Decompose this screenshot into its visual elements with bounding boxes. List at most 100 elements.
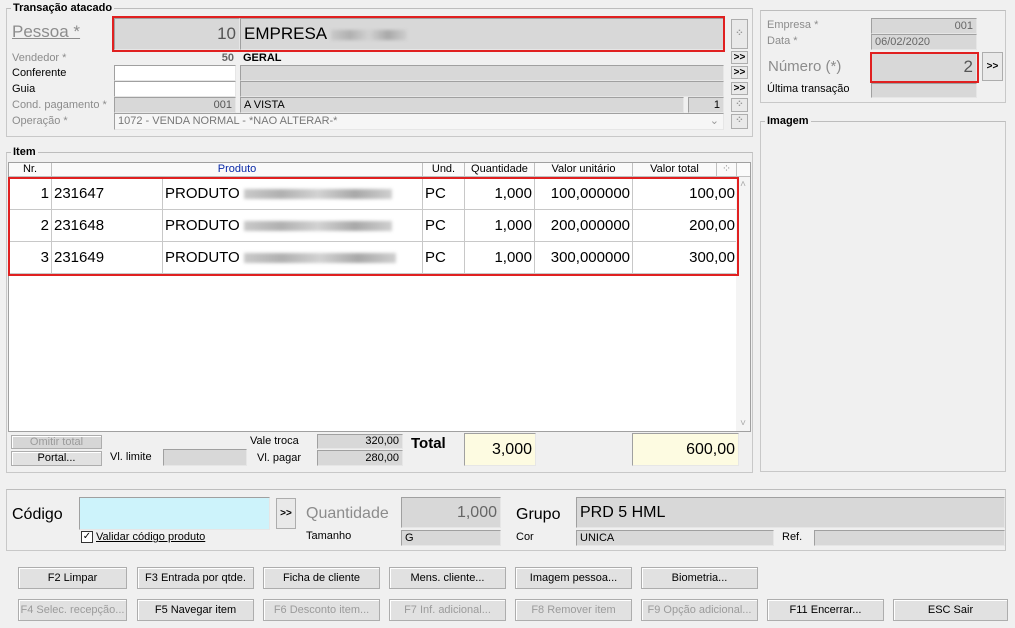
esc-sair-button[interactable]: ESC Sair xyxy=(893,599,1008,621)
vendedor-code: 50 xyxy=(221,52,234,64)
grid-header: Nr. Produto Und. Quantidade Valor unitár… xyxy=(9,163,750,177)
empresa-field: 001 xyxy=(871,18,977,34)
f7-inf-adicional-button[interactable]: F7 Inf. adicional... xyxy=(389,599,506,621)
desc-redacted xyxy=(243,189,392,200)
col-quantidade[interactable]: Quantidade xyxy=(465,163,535,177)
grupo-label: Grupo xyxy=(516,506,561,523)
cell-qtd: 1,000 xyxy=(465,178,535,209)
col-und[interactable]: Und. xyxy=(423,163,465,177)
conferente-label: Conferente xyxy=(12,67,67,79)
ultima-transacao-label: Última transação xyxy=(767,83,850,95)
guia-expand-button[interactable]: >> xyxy=(731,82,748,95)
col-produto[interactable]: Produto xyxy=(52,163,423,177)
cond-pagamento-code[interactable]: 001 xyxy=(114,97,236,113)
codigo-expand-button[interactable]: >> xyxy=(276,498,296,529)
cor-label: Cor xyxy=(516,531,534,543)
f9-opcao-adicional-button[interactable]: F9 Opção adicional... xyxy=(641,599,758,621)
cond-pagamento-label: Cond. pagamento * xyxy=(12,99,107,111)
cell-qtd: 1,000 xyxy=(465,242,535,273)
total-qtd-field: 3,000 xyxy=(464,433,536,466)
cell-code: 231648 xyxy=(52,210,163,241)
empresa-label: Empresa * xyxy=(767,19,819,31)
f6-desconto-item-button[interactable]: F6 Desconto item... xyxy=(263,599,380,621)
vale-troca-label: Vale troca xyxy=(250,435,299,447)
numero-field[interactable]: 2 xyxy=(871,52,977,82)
cell-desc: PRODUTO xyxy=(163,210,423,241)
quantidade-label: Quantidade xyxy=(306,505,389,522)
scroll-up-icon[interactable]: ˄ xyxy=(736,179,750,190)
operacao-lookup-button[interactable]: ⁘ xyxy=(731,114,748,129)
pessoa-name-field[interactable]: EMPRESA xyxy=(240,18,724,50)
omitir-total-button[interactable]: Omitir total xyxy=(11,435,102,449)
validar-label[interactable]: Validar código produto xyxy=(96,531,205,544)
pessoa-code-field[interactable]: 10 xyxy=(114,18,240,50)
pessoa-lookup-button[interactable]: ⁘ xyxy=(731,19,748,49)
table-row[interactable]: 3 231649 PRODUTO PC 1,000 300,000000 300… xyxy=(9,242,737,274)
cell-und: PC xyxy=(423,210,465,241)
mens-cliente-button[interactable]: Mens. cliente... xyxy=(389,567,506,589)
cell-vunit: 100,000000 xyxy=(535,178,633,209)
portal-button[interactable]: Portal... xyxy=(11,451,102,466)
desc-redacted xyxy=(243,221,392,232)
cell-vtotal: 200,00 xyxy=(689,217,735,234)
cell-qtd: 1,000 xyxy=(465,210,535,241)
conferente-code-field[interactable] xyxy=(114,65,236,81)
numero-label: Número (*) xyxy=(768,58,842,75)
validar-checkbox[interactable]: ✓ xyxy=(81,531,93,543)
items-grid[interactable]: Nr. Produto Und. Quantidade Valor unitár… xyxy=(8,162,751,432)
imagem-group: Imagem xyxy=(760,115,1006,472)
cell-nr: 2 xyxy=(9,210,52,241)
guia-name-field xyxy=(240,81,724,97)
scroll-down-icon[interactable]: ˅ xyxy=(736,418,750,429)
table-row[interactable]: 1 231647 PRODUTO PC 1,000 100,000000 100… xyxy=(9,178,737,210)
cell-code: 231649 xyxy=(52,242,163,273)
vl-pagar-field: 280,00 xyxy=(317,450,403,466)
cond-pagamento-lookup-button[interactable]: ⁘ xyxy=(731,98,748,112)
vendedor-name: GERAL xyxy=(243,52,282,64)
item-title: Item xyxy=(13,146,36,158)
imagem-pessoa-button[interactable]: Imagem pessoa... xyxy=(515,567,632,589)
cell-und: PC xyxy=(423,178,465,209)
desc-redacted xyxy=(243,253,396,264)
cell-und: PC xyxy=(423,242,465,273)
cond-pagamento-parcelas: 1 xyxy=(688,97,724,113)
cell-code: 231647 xyxy=(52,178,163,209)
operacao-select[interactable]: 1072 - VENDA NORMAL - *NAO ALTERAR-* ⌄ xyxy=(114,113,724,130)
f5-navegar-item-button[interactable]: F5 Navegar item xyxy=(137,599,254,621)
cell-vunit: 300,000000 xyxy=(535,242,633,273)
operacao-label: Operação * xyxy=(12,115,68,127)
f8-remover-item-button[interactable]: F8 Remover item xyxy=(515,599,632,621)
col-valor-unitario[interactable]: Valor unitário xyxy=(535,163,633,177)
col-nr[interactable]: Nr. xyxy=(9,163,52,177)
f11-encerrar-button[interactable]: F11 Encerrar... xyxy=(767,599,884,621)
vl-pagar-label: Vl. pagar xyxy=(257,452,302,464)
f4-selec-recepcao-button[interactable]: F4 Selec. recepção... xyxy=(18,599,127,621)
codigo-input[interactable] xyxy=(79,497,270,530)
cell-desc: PRODUTO xyxy=(163,242,423,273)
ultima-transacao-field xyxy=(871,83,977,98)
conferente-expand-button[interactable]: >> xyxy=(731,66,748,79)
operacao-value: 1072 - VENDA NORMAL - *NAO ALTERAR-* xyxy=(118,115,338,127)
f2-limpar-button[interactable]: F2 Limpar xyxy=(18,567,127,589)
cell-desc-text: PRODUTO xyxy=(165,185,240,202)
biometria-button[interactable]: Biometria... xyxy=(641,567,758,589)
total-label: Total xyxy=(411,435,446,452)
transacao-title: Transação atacado xyxy=(13,2,113,14)
col-valor-total[interactable]: Valor total xyxy=(633,163,717,177)
guia-code-field[interactable] xyxy=(114,81,236,97)
ref-label: Ref. xyxy=(782,531,803,543)
quantidade-field[interactable]: 1,000 xyxy=(401,497,501,528)
grid-scrollbar[interactable]: ˄ ˅ xyxy=(736,177,750,431)
table-row[interactable]: 2 231648 PRODUTO PC 1,000 200,000000 200… xyxy=(9,210,737,242)
cell-vtotal: 300,00 xyxy=(689,249,735,266)
vl-limite-label: Vl. limite xyxy=(110,451,152,463)
numero-expand-button[interactable]: >> xyxy=(982,52,1003,81)
cell-nr: 3 xyxy=(9,242,52,273)
f3-entrada-qtde-button[interactable]: F3 Entrada por qtde. xyxy=(137,567,254,589)
grid-config-icon[interactable]: ⁘ xyxy=(717,163,737,177)
guia-label: Guia xyxy=(12,83,36,95)
total-valor-field: 600,00 xyxy=(632,433,739,466)
vale-troca-field: 320,00 xyxy=(317,434,403,449)
vendedor-expand-button[interactable]: >> xyxy=(731,51,748,64)
ficha-cliente-button[interactable]: Ficha de cliente xyxy=(263,567,380,589)
